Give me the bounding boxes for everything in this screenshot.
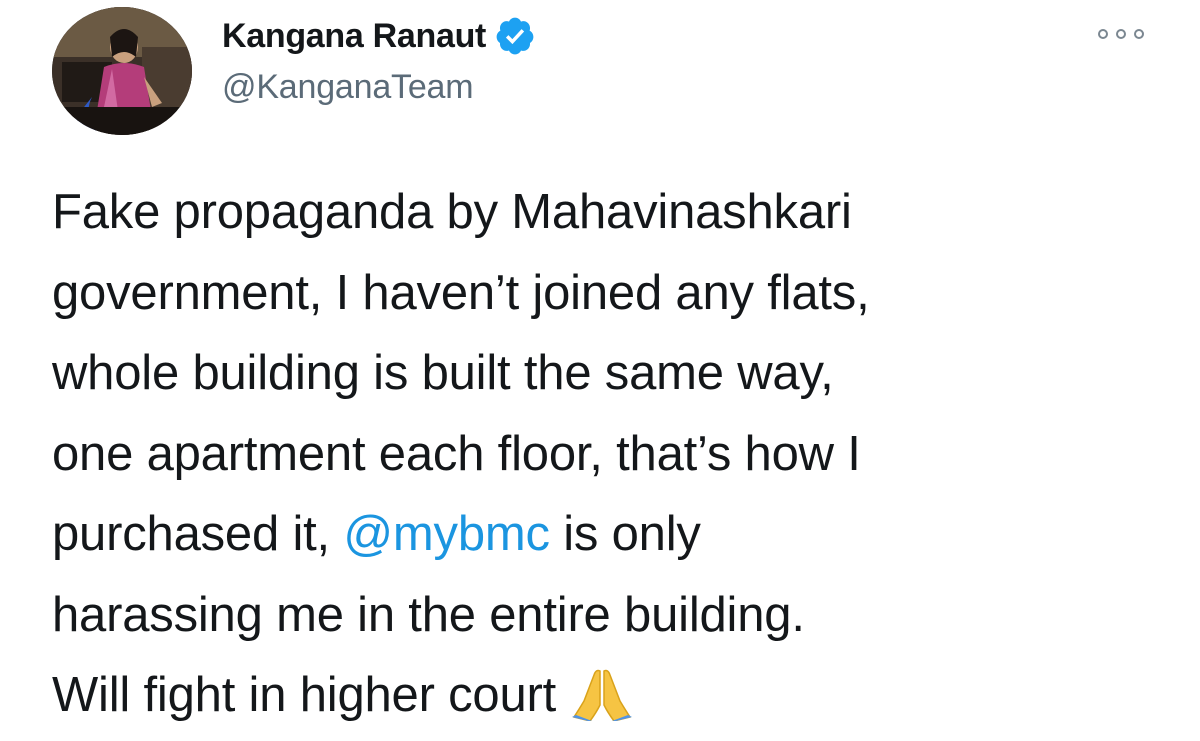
tweet-line: one apartment each floor, that’s how I	[52, 426, 861, 481]
tweet-line: whole building is built the same way,	[52, 346, 834, 400]
folded-hands-emoji-icon	[570, 667, 634, 721]
tweet-text-segment: is only	[549, 507, 701, 561]
more-dot-icon	[1098, 29, 1108, 39]
tweet-text-segment: Will fight in higher court	[52, 668, 557, 722]
author-name-row[interactable]: Kangana Ranaut	[222, 14, 536, 58]
avatar[interactable]	[52, 7, 192, 135]
tweet-text-segment: purchased it,	[52, 507, 344, 561]
display-name[interactable]: Kangana Ranaut	[222, 17, 486, 56]
avatar-image	[52, 7, 192, 135]
tweet-line: Will fight in higher court	[52, 655, 1162, 736]
tweet-line: harassing me in the entire building.	[52, 587, 805, 642]
tweet-card: Kangana Ranaut @KanganaTeam Fake propaga…	[0, 0, 1200, 741]
tweet-line: government, I haven’t joined any flats,	[52, 265, 870, 320]
more-dot-icon	[1134, 29, 1144, 39]
tweet-text: Fake propaganda by Mahavinashkari govern…	[52, 172, 1162, 736]
more-dot-icon	[1116, 29, 1126, 39]
tweet-line: purchased it, @mybmc is only	[52, 494, 1162, 575]
author-handle[interactable]: @KanganaTeam	[222, 68, 474, 107]
verified-badge-icon	[494, 15, 536, 57]
tweet-line: Fake propaganda by Mahavinashkari	[52, 185, 852, 239]
more-options-icon[interactable]	[1098, 22, 1144, 46]
mention-link[interactable]: @mybmc	[343, 507, 550, 561]
